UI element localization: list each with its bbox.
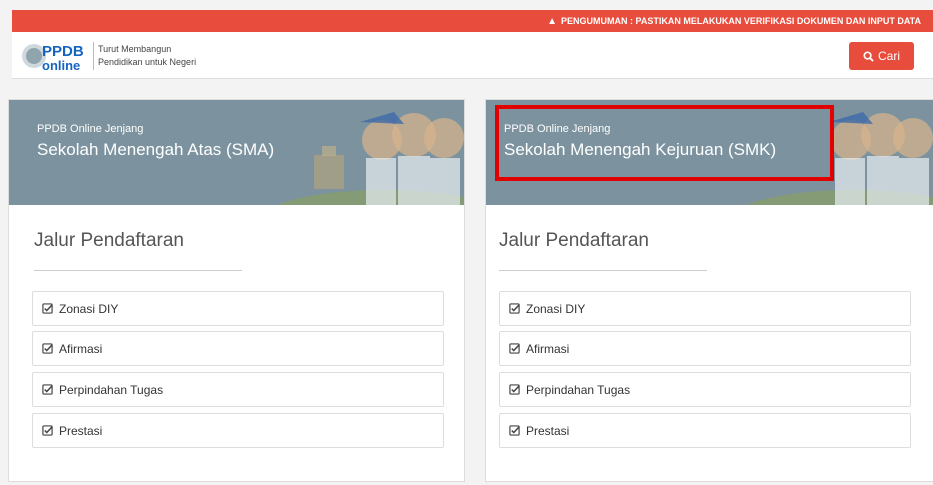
jalur-zonasi[interactable]: Zonasi DIY	[32, 291, 444, 326]
announcement-text: PENGUMUMAN : PASTIKAN MELAKUKAN VERIFIKA…	[561, 16, 921, 26]
jalur-label: Afirmasi	[59, 341, 103, 356]
jalur-afirmasi[interactable]: Afirmasi	[499, 331, 911, 366]
tagline-line-1: Turut Membangun	[98, 44, 172, 54]
search-label: Cari	[877, 49, 900, 63]
banner-smk[interactable]: PPDB Online Jenjang Sekolah Menengah Kej…	[486, 100, 933, 205]
checkbox-icon	[42, 343, 53, 354]
tagline-line-2: Pendidikan untuk Negeri	[98, 57, 197, 67]
jalur-zonasi[interactable]: Zonasi DIY	[499, 291, 911, 326]
section-title: Jalur Pendaftaran	[499, 230, 649, 251]
checkbox-icon	[42, 303, 53, 314]
site-header: PPDB online Turut Membangun Pendidikan u…	[12, 32, 933, 79]
jalur-label: Prestasi	[526, 423, 570, 438]
jalur-afirmasi[interactable]: Afirmasi	[32, 331, 444, 366]
card-sma: PPDB Online Jenjang Sekolah Menengah Ata…	[8, 99, 465, 482]
jalur-label: Zonasi DIY	[59, 301, 119, 316]
ppdb-logo[interactable]: PPDB online	[20, 39, 92, 73]
banner-kicker: PPDB Online Jenjang	[37, 123, 144, 135]
highlight-box	[495, 105, 834, 181]
checkbox-icon	[509, 425, 520, 436]
students-illustration	[277, 112, 464, 205]
jalur-label: Afirmasi	[526, 341, 570, 356]
search-button[interactable]: Cari	[849, 42, 914, 70]
jalur-prestasi[interactable]: Prestasi	[32, 413, 444, 448]
section-divider	[34, 270, 242, 271]
jalur-label: Perpindahan Tugas	[59, 382, 164, 397]
logo-divider	[93, 42, 94, 70]
checkbox-icon	[42, 425, 53, 436]
jalur-perpindahan-tugas[interactable]: Perpindahan Tugas	[499, 372, 911, 407]
banner-school-name: Sekolah Menengah Atas (SMA)	[37, 140, 275, 159]
jalur-label: Zonasi DIY	[526, 301, 586, 316]
card-smk: PPDB Online Jenjang Sekolah Menengah Kej…	[485, 99, 933, 482]
section-title: Jalur Pendaftaran	[34, 230, 184, 251]
jalur-label: Prestasi	[59, 423, 103, 438]
logo-text-online: online	[42, 58, 80, 73]
checkbox-icon	[509, 384, 520, 395]
tagline: Turut Membangun Pendidikan untuk Negeri	[98, 43, 196, 69]
section-divider	[499, 270, 707, 271]
checkbox-icon	[42, 384, 53, 395]
search-icon	[863, 50, 874, 62]
warning-icon: ▲	[547, 15, 557, 27]
banner-sma[interactable]: PPDB Online Jenjang Sekolah Menengah Ata…	[9, 100, 464, 205]
checkbox-icon	[509, 343, 520, 354]
jalur-prestasi[interactable]: Prestasi	[499, 413, 911, 448]
announcement-bar: ▲ PENGUMUMAN : PASTIKAN MELAKUKAN VERIFI…	[12, 10, 933, 32]
jalur-label: Perpindahan Tugas	[526, 382, 631, 397]
jalur-perpindahan-tugas[interactable]: Perpindahan Tugas	[32, 372, 444, 407]
checkbox-icon	[509, 303, 520, 314]
